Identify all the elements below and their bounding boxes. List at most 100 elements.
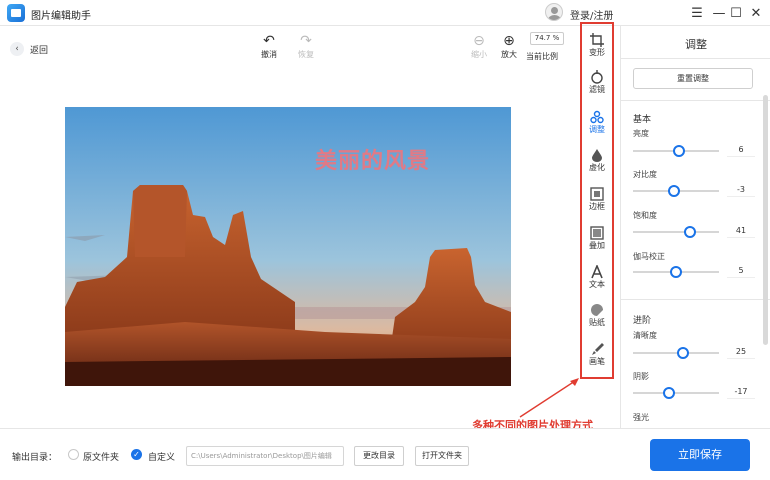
shadow-value[interactable]: -17 [727, 385, 755, 399]
brightness-label: 亮度 [633, 129, 649, 138]
bottom-bar: 输出目录： 原文件夹 ✓ 自定义 C:\Users\Administrator\… [0, 428, 770, 480]
radio-original-folder[interactable] [68, 449, 79, 460]
contrast-label: 对比度 [633, 170, 657, 179]
divider [621, 299, 770, 300]
brightness-value[interactable]: 6 [727, 143, 755, 157]
redo-icon: ↷ [300, 33, 312, 49]
zoom-out-icon: ⊖ [473, 33, 485, 49]
tool-label: 变形 [589, 48, 605, 57]
tool-label: 贴纸 [589, 318, 605, 327]
tool-label: 调整 [589, 125, 605, 134]
brush-icon [592, 343, 604, 355]
clarity-value[interactable]: 25 [727, 345, 755, 359]
redo-label: 恢复 [298, 50, 314, 59]
tool-filter[interactable]: 滤镜 [582, 70, 612, 95]
tool-label: 边框 [589, 202, 605, 211]
open-folder-button[interactable]: 打开文件夹 [415, 446, 469, 466]
back-button[interactable]: ‹ 返回 [10, 42, 48, 56]
output-path-input[interactable]: C:\Users\Administrator\Desktop\图片编辑 [186, 446, 344, 466]
tool-sticker[interactable]: 贴纸 [582, 303, 612, 328]
landscape-photo [65, 107, 511, 386]
slider-thumb[interactable] [672, 145, 685, 157]
close-button[interactable]: ✕ [746, 3, 766, 23]
adjust-panel: 调整 重置调整 基本 亮度 6 对比度 -3 饱和度 41 伽马校正 5 进阶 … [620, 26, 770, 428]
shadow-label: 阴影 [633, 372, 649, 381]
tool-label: 叠加 [589, 241, 605, 250]
image-canvas[interactable] [65, 107, 511, 386]
undo-icon: ↶ [263, 33, 275, 49]
overlay-icon [590, 226, 604, 240]
brightness-slider[interactable] [633, 145, 719, 157]
gamma-value[interactable]: 5 [727, 264, 755, 278]
zoom-level-field[interactable]: 74.7 % [530, 32, 564, 45]
divider [621, 100, 770, 101]
crop-icon [590, 33, 604, 47]
tool-crop[interactable]: 变形 [582, 33, 612, 58]
actual-ratio-button[interactable]: 当前比例 [526, 51, 558, 62]
tool-label: 画笔 [589, 357, 605, 366]
tool-blur[interactable]: 虚化 [582, 148, 612, 173]
change-dir-button[interactable]: 更改目录 [354, 446, 404, 466]
divider [621, 58, 770, 59]
zoom-in-button[interactable]: ⊕ 放大 [492, 33, 526, 60]
undo-label: 撤消 [261, 50, 277, 59]
tool-text[interactable]: 文本 [582, 265, 612, 290]
saturation-value[interactable]: 41 [727, 224, 755, 238]
undo-button[interactable]: ↶ 撤消 [252, 33, 286, 60]
user-avatar-icon[interactable] [545, 3, 563, 21]
image-overlay-text[interactable]: 美丽的风景 [315, 143, 430, 175]
chevron-left-icon: ‹ [10, 42, 24, 56]
tool-brush[interactable]: 画笔 [582, 342, 612, 367]
adjust-icon [590, 110, 604, 124]
frame-icon [590, 187, 604, 201]
zoom-out-button[interactable]: ⊖ 缩小 [462, 33, 496, 60]
text-icon [591, 265, 603, 279]
tool-label: 滤镜 [589, 85, 605, 94]
app-logo-icon [7, 4, 25, 22]
shadow-slider[interactable] [633, 387, 719, 399]
section-basic-title: 基本 [633, 115, 652, 125]
highlight-label: 强光 [633, 413, 649, 422]
maximize-button[interactable]: ☐ [726, 3, 746, 23]
gamma-label: 伽马校正 [633, 252, 665, 261]
clarity-slider[interactable] [633, 347, 719, 359]
zoom-out-label: 缩小 [471, 50, 487, 59]
title-bar: 图片编辑助手 登录/注册 ☰ — ☐ ✕ [0, 0, 770, 26]
radio-custom-label[interactable]: 自定义 [148, 450, 175, 463]
tool-strip: 变形 滤镜 调整 虚化 边框 叠加 文本 贴纸 画笔 [580, 22, 614, 379]
back-label: 返回 [30, 45, 49, 56]
contrast-value[interactable]: -3 [727, 183, 755, 197]
sticker-icon [591, 304, 603, 316]
menu-icon[interactable]: ☰ [687, 3, 707, 23]
tool-label: 虚化 [589, 163, 605, 172]
blur-icon [592, 149, 602, 162]
redo-button[interactable]: ↷ 恢复 [289, 33, 323, 60]
gamma-slider[interactable] [633, 266, 719, 278]
output-dir-label: 输出目录： [12, 453, 58, 463]
saturation-slider[interactable] [633, 226, 719, 238]
tool-frame[interactable]: 边框 [582, 187, 612, 212]
filter-icon [591, 70, 603, 84]
saturation-label: 饱和度 [633, 211, 657, 220]
slider-thumb[interactable] [668, 185, 681, 197]
login-link[interactable]: 登录/注册 [570, 7, 613, 22]
slider-thumb[interactable] [683, 226, 696, 238]
tool-adjust[interactable]: 调整 [582, 110, 612, 135]
radio-custom-folder[interactable]: ✓ [131, 449, 142, 460]
save-now-button[interactable]: 立即保存 [650, 439, 750, 471]
zoom-in-label: 放大 [501, 50, 517, 59]
slider-thumb[interactable] [676, 347, 689, 359]
tool-overlay[interactable]: 叠加 [582, 226, 612, 251]
zoom-in-icon: ⊕ [503, 33, 515, 49]
annotation-arrow-icon [519, 378, 579, 418]
panel-title: 调整 [685, 38, 707, 51]
tool-label: 文本 [589, 280, 605, 289]
contrast-slider[interactable] [633, 185, 719, 197]
slider-thumb[interactable] [670, 266, 682, 278]
slider-thumb[interactable] [663, 387, 676, 399]
panel-scrollbar[interactable] [763, 95, 768, 345]
radio-original-label[interactable]: 原文件夹 [83, 450, 119, 463]
clarity-label: 清晰度 [633, 331, 657, 340]
reset-adjust-button[interactable]: 重置调整 [633, 68, 753, 89]
app-title: 图片编辑助手 [31, 11, 91, 22]
